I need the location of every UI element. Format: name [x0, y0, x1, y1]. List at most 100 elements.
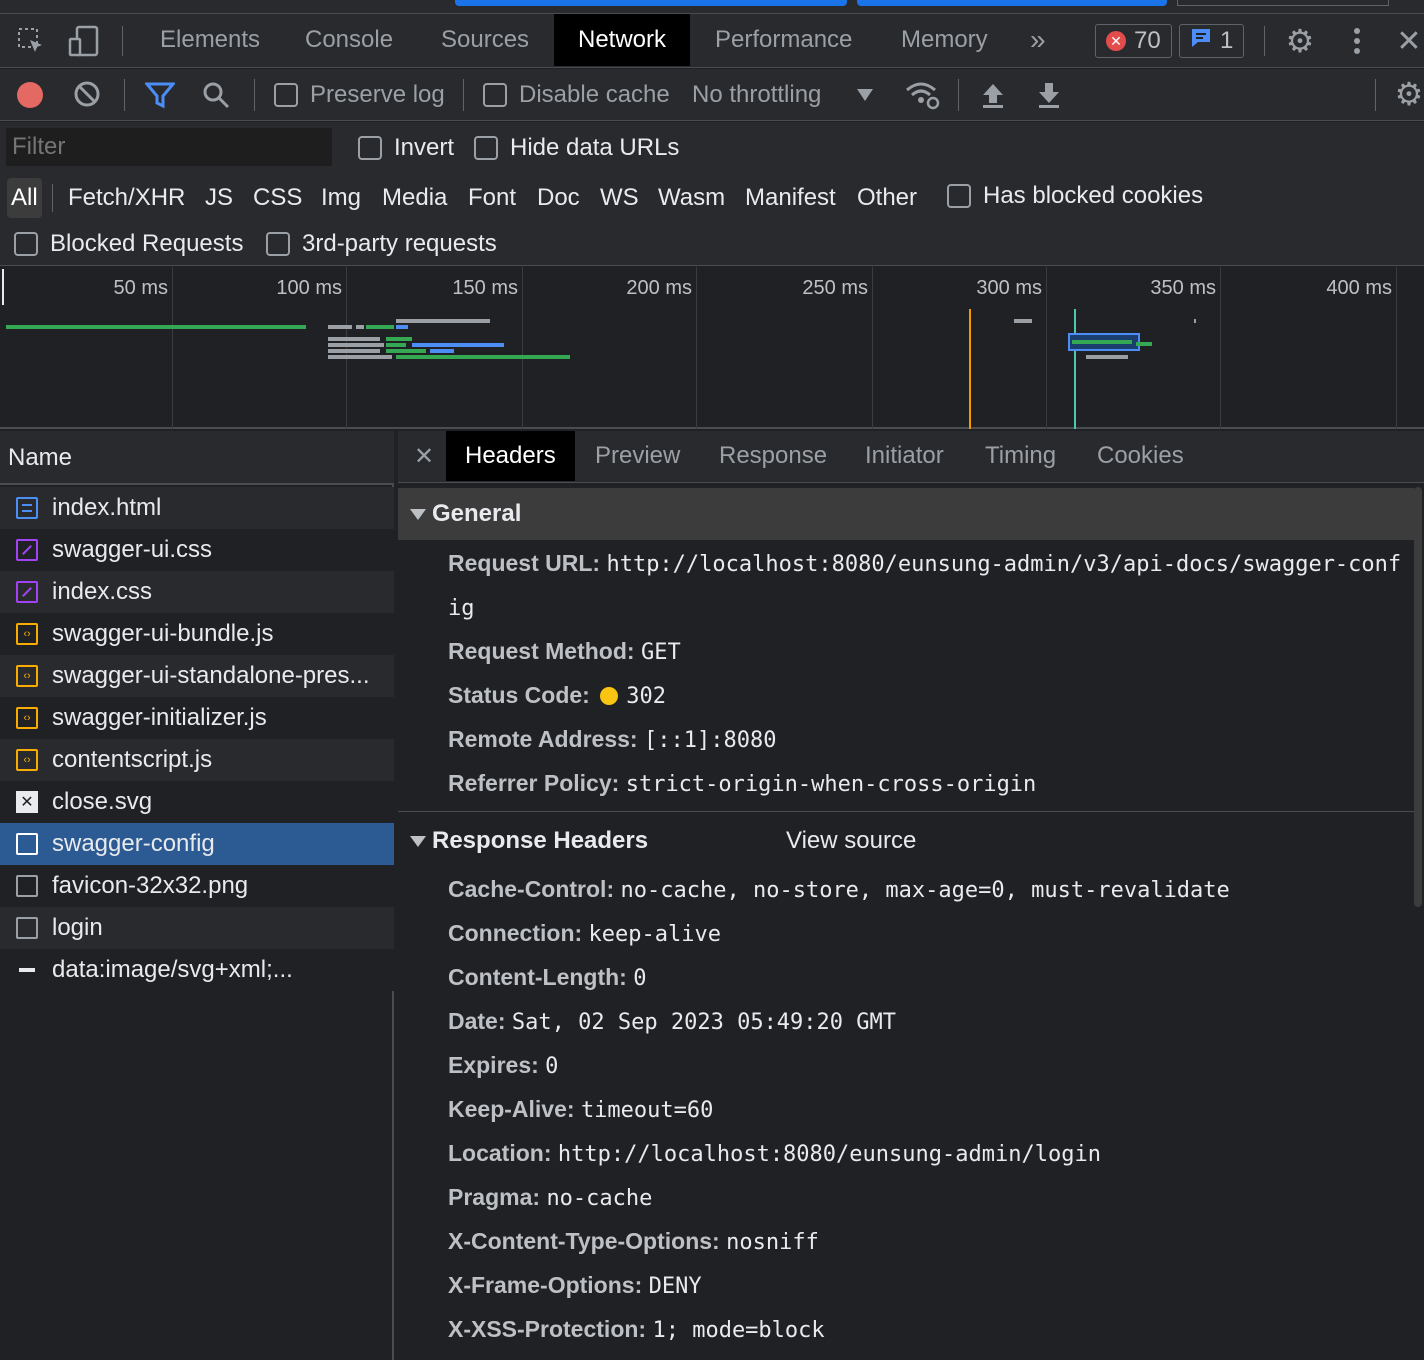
network-overview-timeline[interactable]: 50 ms 100 ms 150 ms 200 ms 250 ms 300 ms… — [0, 267, 1424, 429]
tab-response[interactable]: Response — [719, 431, 827, 481]
filter-type-fetch-xhr[interactable]: Fetch/XHR — [68, 178, 185, 218]
request-row[interactable]: ✕ close.svg — [0, 781, 394, 823]
request-row[interactable]: ‹› swagger-initializer.js — [0, 697, 394, 739]
filter-input[interactable] — [6, 128, 332, 166]
request-row[interactable]: swagger-ui.css — [0, 529, 394, 571]
network-settings-icon[interactable]: ⚙ — [1394, 76, 1424, 112]
disable-cache-checkbox[interactable]: Disable cache — [483, 81, 670, 109]
header-value[interactable]: DENY — [649, 1274, 702, 1299]
record-icon[interactable] — [17, 82, 43, 108]
header-value[interactable]: no-cache — [546, 1186, 652, 1211]
filter-type-doc[interactable]: Doc — [537, 178, 580, 218]
tab-elements[interactable]: Elements — [160, 14, 260, 66]
tab-network[interactable]: Network — [554, 14, 691, 66]
has-blocked-cookies-checkbox[interactable]: Has blocked cookies — [947, 182, 1203, 210]
filter-type-manifest[interactable]: Manifest — [745, 178, 836, 218]
filter-type-js[interactable]: JS — [205, 178, 233, 218]
details-scrollbar[interactable] — [1414, 487, 1422, 907]
invert-checkbox[interactable]: Invert — [358, 134, 454, 162]
tab-cookies[interactable]: Cookies — [1097, 431, 1184, 481]
header-value[interactable]: ig — [448, 596, 475, 621]
header-value[interactable]: 1; mode=block — [652, 1318, 824, 1343]
request-row[interactable]: data:image/svg+xml;... — [0, 949, 394, 991]
header-line: Request URL: http://localhost:8080/eunsu… — [448, 541, 1401, 587]
throttling-select[interactable]: No throttling — [692, 81, 874, 109]
devtools-tabbar: Elements Console Sources Network Perform… — [0, 14, 1424, 68]
header-value[interactable]: GET — [641, 640, 681, 665]
name-column-header[interactable]: Name — [0, 431, 394, 485]
error-count-badge[interactable]: ✕ 70 — [1095, 24, 1172, 58]
more-tabs-icon[interactable]: » — [1030, 14, 1046, 66]
has-blocked-cookies-label: Has blocked cookies — [983, 182, 1204, 209]
filter-type-font[interactable]: Font — [468, 178, 516, 218]
header-value[interactable]: 302 — [626, 684, 666, 709]
header-key: Remote Address: — [448, 726, 638, 752]
close-details-icon[interactable]: ✕ — [410, 441, 438, 471]
request-name: index.html — [52, 494, 162, 521]
request-name: favicon-32x32.png — [52, 872, 249, 899]
request-row[interactable]: favicon-32x32.png — [0, 865, 394, 907]
device-toolbar-icon[interactable] — [66, 24, 102, 58]
inspect-element-icon[interactable] — [14, 24, 48, 58]
document-file-icon — [16, 833, 38, 855]
export-har-icon[interactable] — [1034, 79, 1064, 111]
network-conditions-icon[interactable] — [902, 79, 942, 111]
header-value[interactable]: keep-alive — [589, 922, 721, 947]
filter-type-other[interactable]: Other — [857, 178, 917, 218]
tab-preview[interactable]: Preview — [595, 431, 680, 481]
header-value[interactable]: Sat, 02 Sep 2023 05:49:20 GMT — [512, 1010, 896, 1035]
header-line: X-Frame-Options: DENY — [448, 1263, 702, 1309]
preserve-log-checkbox[interactable]: Preserve log — [274, 81, 445, 109]
tab-initiator[interactable]: Initiator — [865, 431, 944, 481]
header-key: Keep-Alive: — [448, 1096, 575, 1122]
filter-type-img[interactable]: Img — [321, 178, 361, 218]
request-row[interactable]: login — [0, 907, 394, 949]
tab-console[interactable]: Console — [305, 14, 393, 66]
third-party-requests-checkbox[interactable]: 3rd-party requests — [266, 230, 497, 258]
tab-timing[interactable]: Timing — [985, 431, 1056, 481]
close-devtools-icon[interactable]: ✕ — [1394, 24, 1424, 58]
request-row[interactable]: ‹› swagger-ui-standalone-pres... — [0, 655, 394, 697]
header-value[interactable]: http://localhost:8080/eunsung-admin/logi… — [558, 1142, 1101, 1167]
tab-memory[interactable]: Memory — [901, 14, 988, 66]
general-section-header[interactable]: General — [398, 488, 1414, 540]
hide-data-urls-checkbox[interactable]: Hide data URLs — [474, 134, 679, 162]
header-value[interactable]: strict-origin-when-cross-origin — [626, 772, 1037, 797]
filter-icon[interactable] — [144, 79, 176, 111]
throttling-value: No throttling — [692, 81, 822, 108]
filter-type-all[interactable]: All — [7, 178, 42, 218]
js-file-icon: ‹› — [16, 665, 38, 687]
blocked-requests-checkbox[interactable]: Blocked Requests — [14, 230, 243, 258]
header-value[interactable]: http://localhost:8080/eunsung-admin/v3/a… — [606, 552, 1401, 577]
import-har-icon[interactable] — [978, 79, 1008, 111]
checkbox-box — [358, 136, 382, 160]
header-line: X-XSS-Protection: 1; mode=block — [448, 1307, 825, 1353]
filter-type-css[interactable]: CSS — [253, 178, 302, 218]
filter-type-ws[interactable]: WS — [600, 178, 639, 218]
settings-gear-icon[interactable]: ⚙ — [1282, 23, 1318, 59]
tab-performance[interactable]: Performance — [715, 14, 852, 66]
header-value[interactable]: [::1]:8080 — [644, 728, 776, 753]
search-icon[interactable] — [200, 79, 232, 111]
tab-sources[interactable]: Sources — [441, 14, 529, 66]
header-value[interactable]: nosniff — [726, 1230, 819, 1255]
request-row[interactable]: index.html — [0, 487, 394, 529]
header-value[interactable]: 0 — [545, 1054, 558, 1079]
request-row[interactable]: index.css — [0, 571, 394, 613]
request-row[interactable]: swagger-config — [0, 823, 394, 865]
filter-type-wasm[interactable]: Wasm — [658, 178, 725, 218]
view-source-link[interactable]: View source — [786, 827, 916, 855]
header-value[interactable]: no-cache, no-store, max-age=0, must-reva… — [621, 878, 1230, 903]
header-value[interactable]: timeout=60 — [581, 1098, 713, 1123]
message-count-badge[interactable]: 1 — [1179, 24, 1245, 58]
status-dot-icon — [600, 687, 619, 705]
header-value[interactable]: 0 — [633, 966, 646, 991]
tab-headers[interactable]: Headers — [446, 431, 575, 481]
response-headers-section-header[interactable]: Response Headers View source — [398, 815, 1414, 867]
request-row[interactable]: ‹› swagger-ui-bundle.js — [0, 613, 394, 655]
checkbox-box — [266, 232, 290, 256]
filter-type-media[interactable]: Media — [382, 178, 447, 218]
request-row[interactable]: ‹› contentscript.js — [0, 739, 394, 781]
clear-icon[interactable] — [72, 79, 102, 109]
kebab-menu-icon[interactable] — [1340, 24, 1374, 58]
